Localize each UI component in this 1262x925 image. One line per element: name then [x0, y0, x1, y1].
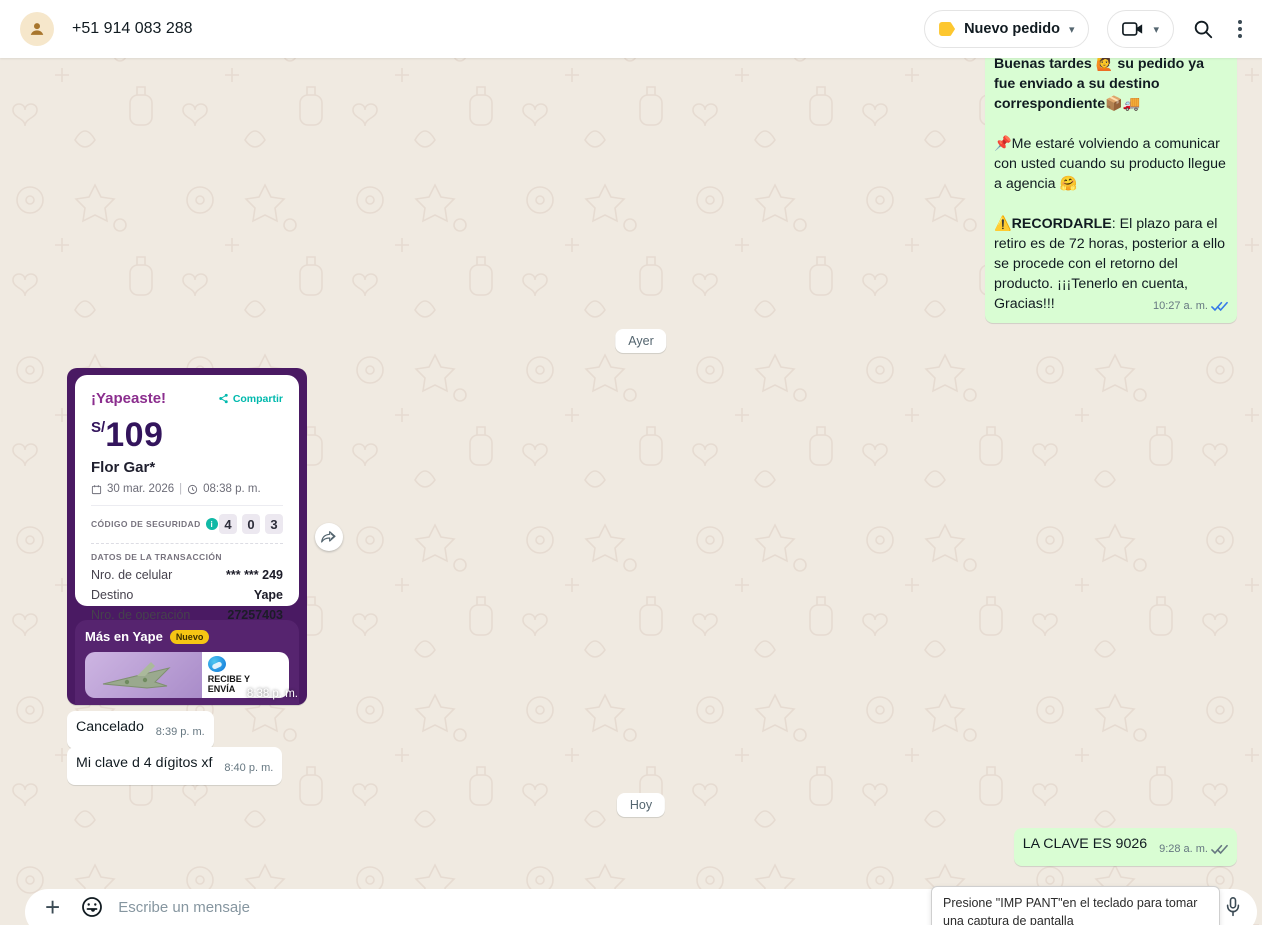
yape-title: ¡Yapeaste!	[91, 390, 166, 407]
delivered-double-check-icon	[1211, 844, 1228, 855]
message-bubble-key[interactable]: LA CLAVE ES 9026 9:28 a. m.	[1014, 828, 1237, 866]
forward-message-button[interactable]	[315, 523, 343, 551]
clock-icon	[187, 484, 198, 495]
read-double-check-icon	[1211, 301, 1228, 312]
message-time: 8:39 p. m.	[156, 722, 205, 742]
transaction-data-label: DATOS DE LA TRANSACCIÓN	[91, 552, 283, 562]
order-label-button[interactable]: Nuevo pedido ▾	[924, 10, 1089, 48]
message-time: 8:38 p. m.	[247, 688, 298, 700]
info-icon[interactable]: i	[206, 518, 218, 530]
calendar-icon	[91, 484, 102, 495]
yape-recipient: Flor Gar*	[91, 459, 283, 476]
message-meta: 9:28 a. m.	[1159, 839, 1228, 859]
yape-app-icon	[208, 656, 226, 672]
yape-pay-time: 08:38 p. m.	[203, 483, 261, 495]
label-tag-icon	[939, 22, 955, 36]
order-label-text: Nuevo pedido	[964, 21, 1060, 37]
voice-message-button[interactable]	[1223, 896, 1243, 918]
message-time: 10:27 a. m.	[1153, 296, 1208, 316]
date-divider-today: Hoy	[617, 793, 665, 817]
yape-receipt-card: ¡Yapeaste! Compartir S/109 Flor Gar*	[75, 375, 299, 606]
date-divider-yesterday: Ayer	[615, 329, 666, 353]
message-text-warning: ⚠️RECORDARLE: El plazo para el retiro es…	[994, 214, 1228, 314]
screenshot-tooltip: Presione "IMP PANT"en el teclado para to…	[931, 886, 1220, 925]
yape-amount: S/109	[91, 416, 283, 455]
message-text-bold: Buenas tardes 🙋 su pedido ya fue enviado…	[994, 58, 1204, 112]
video-camera-icon	[1122, 21, 1144, 37]
composer-bar: + Presione "IMP PANT"en el teclado para …	[0, 886, 1262, 925]
message-bubble-key-request[interactable]: Mi clave d 4 dígitos xf 8:40 p. m.	[67, 747, 282, 785]
yape-datetime: 30 mar. 2026 | 08:38 p. m.	[91, 483, 283, 495]
attach-plus-button[interactable]: +	[41, 894, 64, 920]
message-text: Cancelado	[76, 719, 144, 735]
message-meta: 10:27 a. m.	[1153, 296, 1228, 316]
security-digit: 0	[242, 514, 260, 534]
menu-button[interactable]	[1232, 16, 1248, 42]
transaction-row: DestinoYape	[91, 588, 283, 602]
message-bubble-shipped[interactable]: Buenas tardes 🙋 su pedido ya fue enviado…	[985, 58, 1237, 323]
money-plane-image	[97, 658, 189, 692]
sticker-emoji-button[interactable]	[80, 895, 104, 919]
chat-header: +51 914 083 288 Nuevo pedido ▾ ▾	[0, 0, 1262, 58]
security-code-digits: 4 0 3	[219, 514, 283, 534]
yape-share-label: Compartir	[233, 393, 283, 405]
share-icon	[218, 393, 229, 404]
yape-receipt-image[interactable]: ¡Yapeaste! Compartir S/109 Flor Gar*	[67, 368, 307, 705]
forward-arrow-icon	[321, 530, 337, 544]
yape-more-title: Más en Yape	[85, 629, 163, 644]
security-code-label: CÓDIGO DE SEGURIDAD	[91, 519, 201, 529]
search-button[interactable]	[1192, 18, 1214, 40]
transaction-row: Nro. de celular*** *** 249	[91, 568, 283, 582]
security-digit: 3	[265, 514, 283, 534]
message-bubble-cancelled[interactable]: Cancelado 8:39 p. m.	[67, 711, 214, 749]
message-text: 📌Me estaré volviendo a comunicar con ust…	[994, 134, 1228, 194]
chevron-down-icon: ▾	[1069, 23, 1075, 36]
contact-phone-number[interactable]: +51 914 083 288	[72, 20, 924, 38]
chat-message-area[interactable]: Buenas tardes 🙋 su pedido ya fue enviado…	[0, 58, 1262, 886]
yape-date: 30 mar. 2026	[107, 483, 174, 495]
message-time: 8:40 p. m.	[224, 758, 273, 778]
contact-avatar[interactable]	[20, 12, 54, 46]
video-call-button[interactable]: ▾	[1107, 10, 1174, 48]
message-text: Mi clave d 4 dígitos xf	[76, 755, 212, 771]
yape-share-button[interactable]: Compartir	[218, 393, 283, 405]
chevron-down-icon: ▾	[1153, 23, 1159, 36]
message-bubble-yape-receipt[interactable]: ¡Yapeaste! Compartir S/109 Flor Gar*	[67, 368, 307, 705]
sticker-icon	[80, 895, 104, 919]
message-time: 9:28 a. m.	[1159, 839, 1208, 859]
security-digit: 4	[219, 514, 237, 534]
person-icon	[27, 19, 47, 39]
message-text: LA CLAVE ES 9026	[1023, 836, 1147, 852]
new-badge: Nuevo	[170, 630, 210, 644]
microphone-icon	[1223, 896, 1243, 918]
search-icon	[1192, 18, 1214, 40]
